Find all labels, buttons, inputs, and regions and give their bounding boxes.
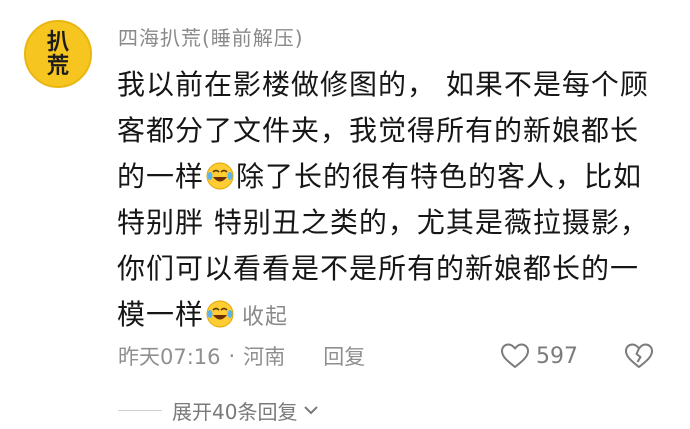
comment-line-4: 特别胖 特别丑之类的，尤其是薇拉摄影， [117,206,649,239]
comment-line-3b: 除了长的很有特色的客人，比如 [236,160,643,193]
avatar-char-2: 荒 [46,53,69,79]
divider-line [118,409,162,411]
collapse-link[interactable]: 收起 [242,305,288,330]
username[interactable]: 四海扒荒(睡前解压) [118,22,304,51]
like-count: 597 [536,343,578,369]
comment-line-6: 模一样 收起 [117,292,637,338]
comment-line-1: 我以前在影楼做修图的， 如果不是每个顾 [117,68,649,101]
laughing-tears-emoji-icon [206,300,234,328]
comment-time: 昨天07:16 [118,345,221,369]
like-button[interactable]: 597 [500,340,578,372]
laughing-tears-emoji-icon [206,162,234,190]
expand-replies-button[interactable]: 展开40条回复 [118,395,319,425]
comment-card: 扒 荒 四海扒荒(睡前解压) 我以前在影楼做修图的， 如果不是每个顾 客都分了文… [0,0,690,429]
comment-location: 河南 [243,345,286,369]
reply-button[interactable]: 回复 [323,341,365,371]
meta-separator: · [228,344,236,368]
comment-line-3: 的一样 除了长的很有特色的客人，比如 [117,154,641,200]
comment-line-2: 客都分了文件夹，我觉得所有的新娘都长 [117,114,640,147]
comment-line-3a: 的一样 [117,160,205,193]
chevron-down-icon [304,406,319,415]
avatar-char-1: 扒 [46,29,69,55]
comment-line-6a: 模一样 [117,298,205,331]
comment-body: 我以前在影楼做修图的， 如果不是每个顾 客都分了文件夹，我觉得所有的新娘都长 的… [117,62,649,338]
broken-heart-icon[interactable] [624,342,654,370]
comment-line-5: 你们可以看看是不是所有的新娘都长的一 [117,252,640,285]
expand-replies-label: 展开40条回复 [172,399,298,424]
comment-meta: 昨天07:16 · 河南 回复 [118,340,678,372]
avatar[interactable]: 扒 荒 [24,20,92,88]
heart-outline-icon [501,343,529,368]
